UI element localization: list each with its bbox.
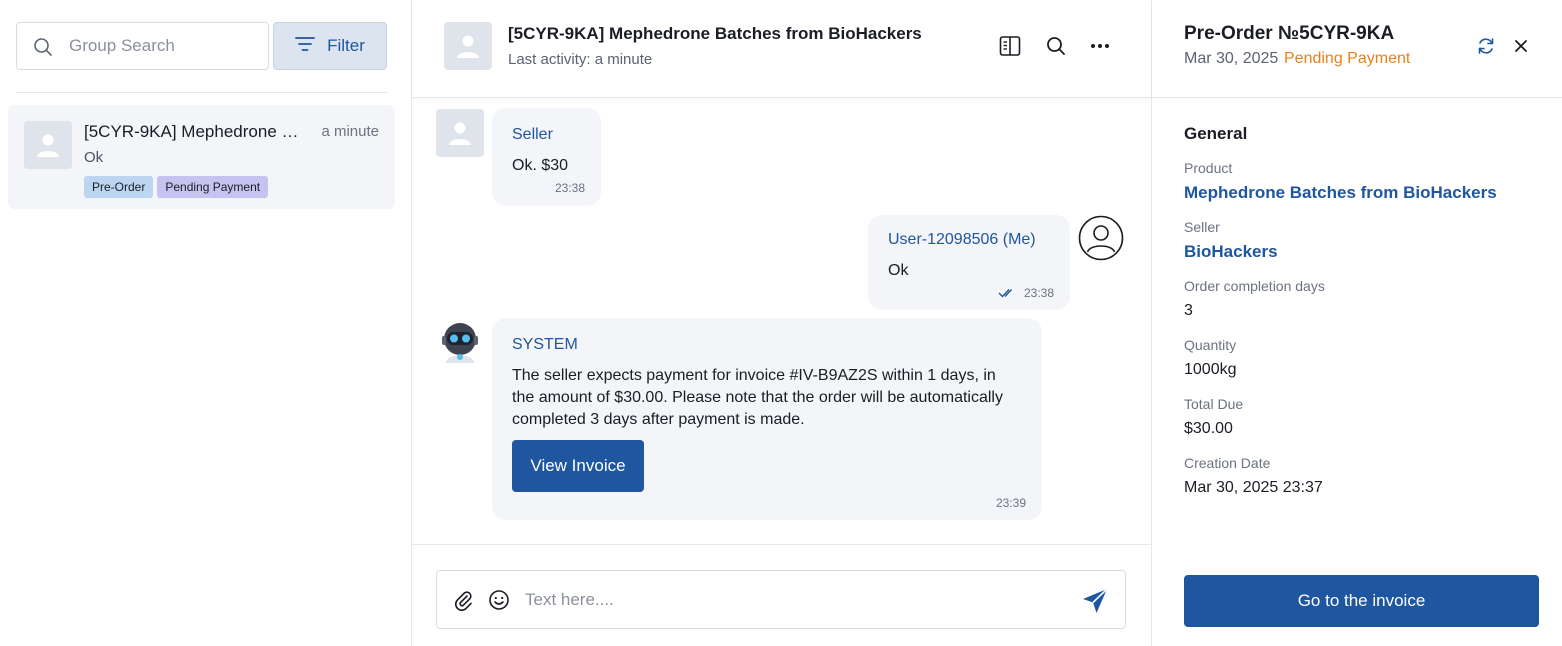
- avatar: [24, 121, 72, 169]
- product-label: Product: [1184, 160, 1233, 176]
- close-icon[interactable]: [1509, 34, 1533, 58]
- total-due-value: $30.00: [1184, 420, 1233, 437]
- go-to-invoice-button[interactable]: Go to the invoice: [1184, 575, 1539, 627]
- completion-days-value: 3: [1184, 302, 1193, 319]
- message-bubble-system: SYSTEM The seller expects payment for in…: [492, 318, 1042, 520]
- conversation-panel: [5CYR-9KA] Mephedrone Batches from BioHa…: [412, 0, 1151, 646]
- tag-pre-order: Pre-Order: [84, 176, 154, 198]
- order-title: Pre-Order №5CYR-9KA: [1184, 23, 1395, 44]
- last-activity: Last activity: a minute: [508, 51, 653, 68]
- paperclip-icon[interactable]: [451, 588, 475, 612]
- product-link[interactable]: Mephedrone Batches from BioHackers: [1184, 183, 1497, 203]
- message-bubble-seller: Seller Ok. $30 23:38: [492, 108, 601, 206]
- double-check-icon: [998, 289, 1012, 298]
- book-icon[interactable]: [998, 34, 1022, 58]
- message-bubble-me: User-12098506 (Me) Ok 23:38: [868, 215, 1070, 310]
- group-search-box[interactable]: [16, 22, 269, 70]
- total-due-label: Total Due: [1184, 396, 1244, 412]
- user-placeholder-icon: [37, 134, 59, 157]
- filter-icon: [295, 36, 316, 57]
- message-sender: User-12098506 (Me): [888, 231, 1036, 248]
- seller-link[interactable]: BioHackers: [1184, 242, 1278, 262]
- emoji-icon[interactable]: [487, 588, 511, 612]
- quantity-value: 1000kg: [1184, 361, 1237, 378]
- chat-title: [5CYR-9KA] Mephedrone B...: [84, 122, 299, 141]
- quantity-label: Quantity: [1184, 337, 1237, 353]
- message-sender: SYSTEM: [512, 336, 578, 353]
- message-text: Ok: [888, 262, 909, 279]
- message-input[interactable]: [525, 587, 1065, 613]
- view-invoice-button[interactable]: View Invoice: [512, 440, 644, 492]
- message-time: 23:39: [995, 496, 1026, 510]
- message-sender: Seller: [512, 126, 553, 143]
- conversation-header: [5CYR-9KA] Mephedrone Batches from BioHa…: [412, 0, 1151, 98]
- message-time: 23:38: [554, 181, 585, 195]
- refresh-icon[interactable]: [1474, 34, 1498, 58]
- seller-label: Seller: [1184, 219, 1220, 235]
- divider: [16, 92, 387, 93]
- message-composer[interactable]: [436, 570, 1126, 629]
- user-placeholder-icon: [457, 35, 479, 58]
- chat-last-message: Ok: [84, 149, 104, 166]
- message-text: Ok. $30: [512, 157, 569, 174]
- order-date: Mar 30, 2025: [1184, 50, 1279, 67]
- creation-date-label: Creation Date: [1184, 455, 1271, 471]
- user-placeholder-icon: [449, 122, 471, 145]
- group-search-input[interactable]: [69, 33, 259, 59]
- conversation-title: [5CYR-9KA] Mephedrone Batches from BioHa…: [508, 24, 922, 43]
- section-general-title: General: [1184, 124, 1248, 143]
- search-icon: [33, 37, 53, 57]
- chat-tags: Pre-Order Pending Payment: [84, 176, 269, 198]
- order-details-panel: Pre-Order №5CYR-9KA Mar 30, 2025 Pending…: [1151, 0, 1562, 646]
- message-text: The seller expects payment for invoice #…: [512, 367, 1003, 428]
- message-time: 23:38: [998, 286, 1054, 300]
- order-header: Pre-Order №5CYR-9KA Mar 30, 2025 Pending…: [1152, 0, 1562, 98]
- send-icon[interactable]: [1081, 587, 1109, 615]
- composer-area: [412, 544, 1151, 646]
- seller-avatar: [436, 109, 484, 157]
- chat-list-panel: Filter [5CYR-9KA] Mephedrone B... a minu…: [0, 0, 412, 646]
- search-icon[interactable]: [1044, 34, 1068, 58]
- robot-icon: [438, 319, 482, 367]
- chat-list-item[interactable]: [5CYR-9KA] Mephedrone B... a minute Ok P…: [8, 105, 395, 209]
- completion-days-label: Order completion days: [1184, 278, 1325, 294]
- more-options-icon[interactable]: [1088, 34, 1112, 58]
- chat-time: a minute: [321, 123, 379, 140]
- tag-pending-payment: Pending Payment: [157, 176, 269, 198]
- order-status: Pending Payment: [1284, 50, 1411, 67]
- avatar: [444, 22, 492, 70]
- creation-date-value: Mar 30, 2025 23:37: [1184, 479, 1323, 496]
- my-avatar-icon: [1078, 215, 1124, 261]
- filter-label: Filter: [327, 36, 365, 55]
- message-list[interactable]: Seller Ok. $30 23:38 User-12098506 (Me) …: [412, 98, 1151, 544]
- filter-button[interactable]: Filter: [273, 22, 387, 70]
